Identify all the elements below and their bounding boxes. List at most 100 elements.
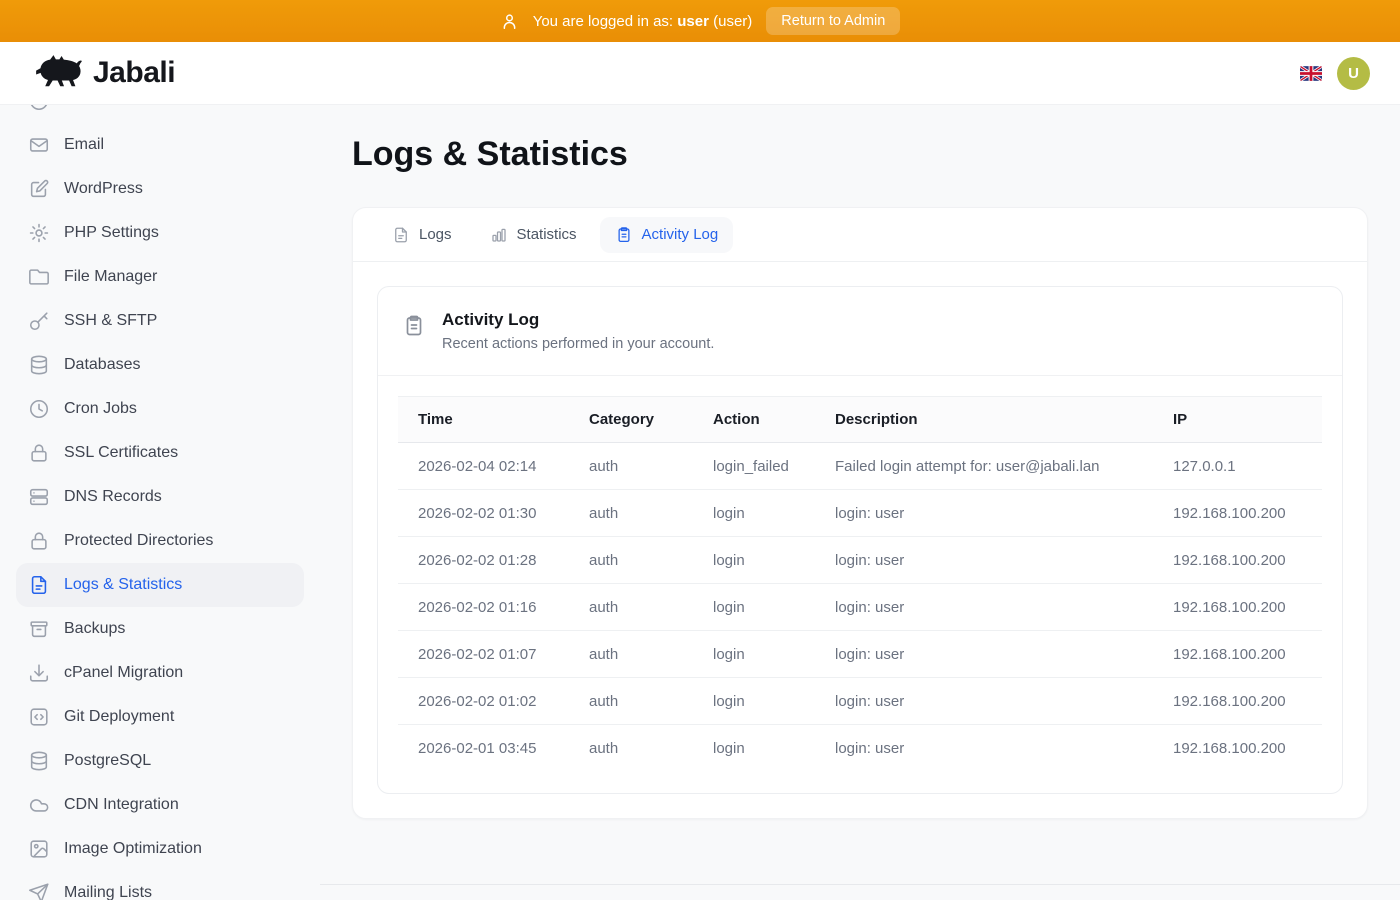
column-header-category: Category	[569, 397, 693, 443]
sidebar-item-logs-statistics[interactable]: Logs & Statistics	[16, 563, 304, 607]
user-icon	[500, 12, 519, 31]
category-cell: auth	[569, 584, 693, 631]
page-title: Logs & Statistics	[352, 135, 1368, 174]
sidebar-item-label: Git Deployment	[64, 708, 174, 726]
sidebar-item-label: Logs & Statistics	[64, 576, 182, 594]
action-cell: login	[693, 490, 815, 537]
column-header-action: Action	[693, 397, 815, 443]
sidebar-item-hidden[interactable]	[16, 105, 304, 123]
cloud-icon	[28, 794, 50, 816]
tab-activity-log[interactable]: Activity Log	[600, 217, 734, 253]
sidebar-item-label: Protected Directories	[64, 532, 213, 550]
impersonation-banner: You are logged in as: user (user) Return…	[0, 0, 1400, 42]
sidebar-item-label: File Manager	[64, 268, 157, 286]
sidebar-item-label: Mailing Lists	[64, 884, 152, 900]
sidebar-item-ssl-certificates[interactable]: SSL Certificates	[16, 431, 304, 475]
tab-statistics[interactable]: Statistics	[475, 217, 592, 253]
app-header: Jabali U	[0, 42, 1400, 105]
lock-icon	[28, 530, 50, 552]
description-cell: login: user	[815, 490, 1153, 537]
sidebar-item-label: SSL Certificates	[64, 444, 178, 462]
category-cell: auth	[569, 443, 693, 490]
sidebar-item-git-deployment[interactable]: Git Deployment	[16, 695, 304, 739]
sidebar: EmailWordPressPHP Settings File Manager SS…	[0, 105, 320, 900]
sidebar-item-label: Cron Jobs	[64, 400, 137, 418]
code-icon	[28, 706, 50, 728]
tab-logs[interactable]: Logs	[377, 217, 467, 253]
description-cell: login: user	[815, 537, 1153, 584]
table-row: 2026-02-02 01:07authloginlogin: user192.…	[398, 631, 1322, 678]
action-cell: login	[693, 725, 815, 772]
description-cell: Failed login attempt for: user@jabali.la…	[815, 443, 1153, 490]
login-status-username: user	[677, 13, 709, 30]
sidebar-item-databases[interactable]: Databases	[16, 343, 304, 387]
sidebar-item-file-manager[interactable]: File Manager	[16, 255, 304, 299]
card-subtitle: Recent actions performed in your account…	[442, 336, 714, 352]
column-header-time: Time	[398, 397, 569, 443]
table-row: 2026-02-02 01:02authloginlogin: user192.…	[398, 678, 1322, 725]
header-actions: U	[1300, 57, 1370, 90]
activity-log-card: Activity Log Recent actions performed in…	[377, 286, 1343, 794]
sidebar-item-protected-directories[interactable]: Protected Directories	[16, 519, 304, 563]
sidebar-item-backups[interactable]: Backups	[16, 607, 304, 651]
tab-label: Statistics	[517, 226, 577, 243]
brand-logo[interactable]: Jabali	[30, 54, 175, 92]
footer-divider	[320, 884, 1400, 885]
action-cell: login	[693, 537, 815, 584]
logs-statistics-card: LogsStatisticsActivity Log Activity Log	[352, 207, 1368, 819]
ip-cell: 192.168.100.200	[1153, 678, 1322, 725]
tab-label: Activity Log	[642, 226, 719, 243]
action-cell: login	[693, 678, 815, 725]
send-icon	[28, 882, 50, 900]
category-cell: auth	[569, 631, 693, 678]
ip-cell: 192.168.100.200	[1153, 631, 1322, 678]
file-text-icon	[392, 226, 410, 244]
archive-icon	[28, 618, 50, 640]
ip-cell: 192.168.100.200	[1153, 725, 1322, 772]
main-content: Logs & Statistics Logs Statistics Activity…	[320, 105, 1400, 900]
action-cell: login_failed	[693, 443, 815, 490]
time-cell: 2026-02-04 02:14	[398, 443, 569, 490]
key-icon	[28, 310, 50, 332]
time-cell: 2026-02-01 03:45	[398, 725, 569, 772]
uk-flag-icon[interactable]	[1300, 66, 1322, 81]
sidebar-item-label: Image Optimization	[64, 840, 202, 858]
table-row: 2026-02-02 01:16authloginlogin: user192.…	[398, 584, 1322, 631]
login-status-text: You are logged in as: user (user)	[533, 13, 753, 30]
sidebar-item-cpanel-migration[interactable]: cPanel Migration	[16, 651, 304, 695]
sidebar-item-ssh-sftp[interactable]: SSH & SFTP	[16, 299, 304, 343]
return-to-admin-button[interactable]: Return to Admin	[766, 7, 900, 35]
action-cell: login	[693, 631, 815, 678]
activity-table: TimeCategoryActionDescriptionIP 2026-02-…	[398, 396, 1322, 771]
database-icon	[28, 750, 50, 772]
sidebar-item-php-settings[interactable]: PHP Settings	[16, 211, 304, 255]
bar-chart-icon	[490, 226, 508, 244]
login-status-role: (user)	[713, 13, 752, 30]
sidebar-item-dns-records[interactable]: DNS Records	[16, 475, 304, 519]
sidebar-item-postgresql[interactable]: PostgreSQL	[16, 739, 304, 783]
gear-icon	[28, 222, 50, 244]
sidebar-item-image-optimization[interactable]: Image Optimization	[16, 827, 304, 871]
sidebar-item-wordpress[interactable]: WordPress	[16, 167, 304, 211]
sidebar-item-label: Backups	[64, 620, 125, 638]
column-header-ip: IP	[1153, 397, 1322, 443]
clipboard-icon	[402, 314, 426, 338]
globe-icon	[28, 105, 50, 112]
sidebar-item-label: DNS Records	[64, 488, 162, 506]
description-cell: login: user	[815, 631, 1153, 678]
sidebar-item-mailing-lists[interactable]: Mailing Lists	[16, 871, 304, 900]
sidebar-item-cron-jobs[interactable]: Cron Jobs	[16, 387, 304, 431]
image-icon	[28, 838, 50, 860]
tab-label: Logs	[419, 226, 452, 243]
description-cell: login: user	[815, 725, 1153, 772]
sidebar-item-cdn-integration[interactable]: CDN Integration	[16, 783, 304, 827]
category-cell: auth	[569, 490, 693, 537]
sidebar-item-email[interactable]: Email	[16, 123, 304, 167]
avatar[interactable]: U	[1337, 57, 1370, 90]
clock-icon	[28, 398, 50, 420]
ip-cell: 192.168.100.200	[1153, 584, 1322, 631]
file-text-icon	[28, 574, 50, 596]
app-shell: EmailWordPressPHP Settings File Manager SS…	[0, 105, 1400, 900]
clipboard-icon	[615, 226, 633, 244]
time-cell: 2026-02-02 01:02	[398, 678, 569, 725]
